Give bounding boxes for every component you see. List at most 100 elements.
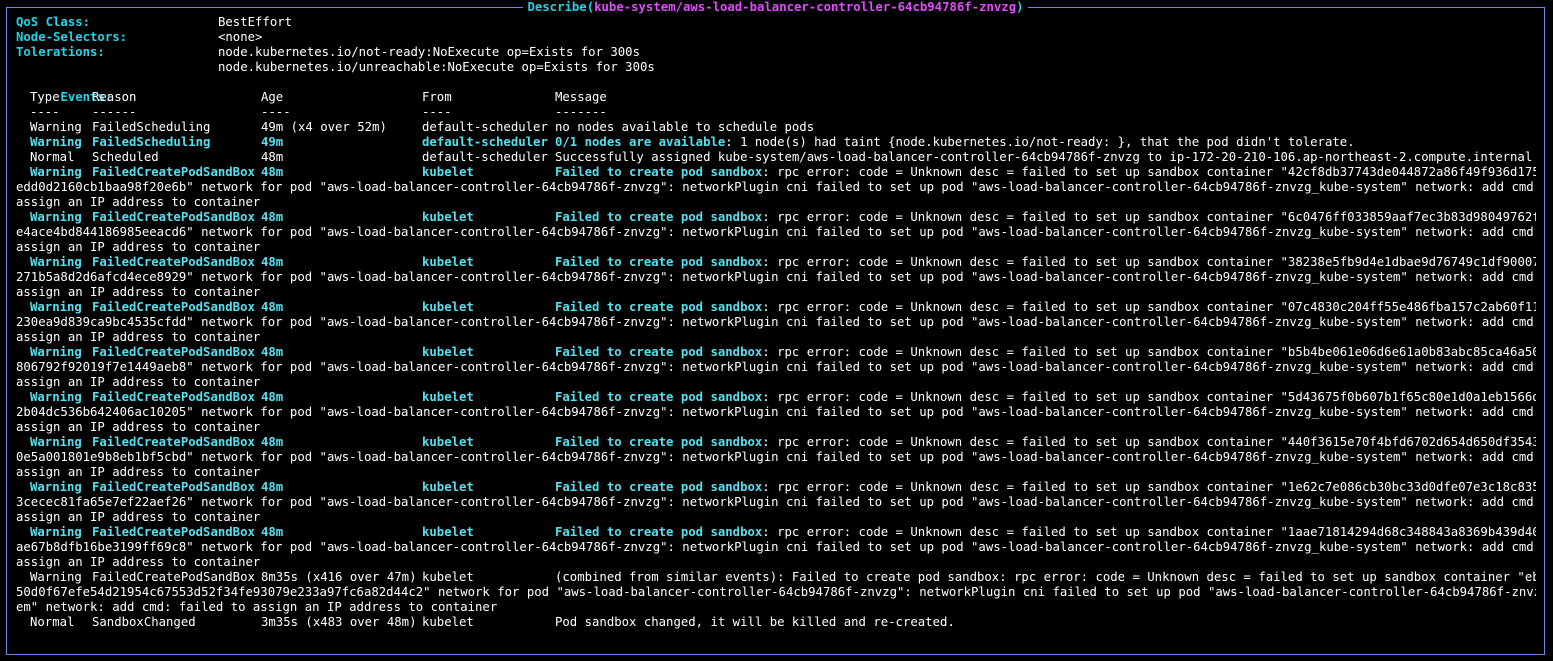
event-message-text: edd0d2160cb1baa98f20e6b" network for pod… (16, 180, 1536, 194)
event-from: kubelet (422, 480, 474, 494)
event-row[interactable]: Warning FailedCreatePodSandBox 48m kubelet F… (16, 390, 1536, 435)
event-first-line: Normal SandboxChanged 3m35s (x483 over 48m… (16, 615, 1536, 630)
event-message: Successfully assigned kube-system/aws-lo… (555, 150, 1532, 165)
event-message-text: assign an IP address to container (16, 285, 261, 299)
event-message-continuation: 2b04dc536b642406ac10205" network for pod… (16, 405, 1536, 420)
event-message-text: 806792f92019f7e1449aeb8" network for pod… (16, 360, 1536, 374)
event-from: default-scheduler (422, 120, 548, 134)
column-header-underline: ------- (555, 105, 607, 119)
event-row[interactable]: Warning FailedCreatePodSandBox 48m kubelet F… (16, 210, 1536, 255)
event-row[interactable]: Normal Scheduled 48m default-scheduler Succe… (16, 150, 1536, 165)
event-message-highlight: Failed to create pod sandbox (555, 165, 763, 179)
event-first-line: Warning FailedCreatePodSandBox 48m kubelet F… (16, 525, 1536, 540)
event-message-continuation: assign an IP address to container (16, 555, 1536, 570)
event-type: Normal (30, 615, 75, 629)
event-row[interactable]: Warning FailedCreatePodSandBox 48m kubelet F… (16, 480, 1536, 525)
event-type: Warning (30, 435, 82, 449)
event-message-highlight: 0/1 nodes are available (555, 135, 726, 149)
event-reason: FailedCreatePodSandBox (92, 300, 255, 314)
event-row[interactable]: Warning FailedCreatePodSandBox 48m kubelet F… (16, 435, 1536, 480)
event-reason: FailedCreatePodSandBox (92, 210, 255, 224)
event-first-line: Warning FailedCreatePodSandBox 48m kubelet F… (16, 165, 1536, 180)
event-reason: SandboxChanged (92, 615, 196, 629)
event-message-text: : rpc error: code = Unknown desc = faile… (762, 480, 1536, 494)
event-message-continuation: edd0d2160cb1baa98f20e6b" network for pod… (16, 180, 1536, 195)
event-message-continuation: assign an IP address to container (16, 285, 1536, 300)
describe-fields: QoS Class: BestEffort Node-Selectors: <none… (16, 15, 1536, 75)
event-reason: FailedCreatePodSandBox (92, 255, 255, 269)
event-message-highlight: Failed to create pod sandbox (555, 435, 763, 449)
event-message-text: assign an IP address to container (16, 195, 261, 209)
event-message: Failed to create pod sandbox: rpc error:… (555, 435, 1536, 450)
event-message: Failed to create pod sandbox: rpc error:… (555, 255, 1536, 270)
event-type: Normal (30, 150, 75, 164)
event-message-highlight: Failed to create pod sandbox (555, 255, 763, 269)
event-type: Warning (30, 570, 82, 584)
event-message-text: e4ace4bd844186985eeacd6" network for pod… (16, 225, 1536, 239)
event-age: 48m (261, 525, 284, 539)
event-from: kubelet (422, 390, 474, 404)
event-row[interactable]: Warning FailedCreatePodSandBox 48m kubelet F… (16, 165, 1536, 210)
event-first-line: Warning FailedCreatePodSandBox 48m kubelet F… (16, 390, 1536, 405)
event-message-continuation: 271b5a8d2d6afcd4ece8929" network for pod… (16, 270, 1536, 285)
event-type: Warning (30, 255, 82, 269)
event-age: 48m (261, 150, 284, 164)
events-table-header: Type Reason Age From Message (16, 90, 1536, 105)
event-message-highlight: Failed to create pod sandbox (555, 210, 763, 224)
event-message-text: (combined from similar events): Failed t… (555, 570, 1536, 584)
event-reason: FailedCreatePodSandBox (92, 525, 255, 539)
event-from: kubelet (422, 615, 474, 629)
event-from: kubelet (422, 165, 474, 179)
event-message-continuation: assign an IP address to container (16, 465, 1536, 480)
event-first-line: Warning FailedCreatePodSandBox 48m kubelet F… (16, 480, 1536, 495)
event-message-text: assign an IP address to container (16, 375, 261, 389)
field-value: node.kubernetes.io/unreachable:NoExecute… (218, 60, 655, 74)
event-row[interactable]: Warning FailedCreatePodSandBox 48m kubelet F… (16, 345, 1536, 390)
event-message-text: em" network: add cmd: failed to assign a… (16, 600, 498, 614)
window-title-label: Describe( (527, 0, 595, 14)
describe-content[interactable]: QoS Class: BestEffort Node-Selectors: <none… (16, 15, 1536, 650)
event-first-line: Warning FailedCreatePodSandBox 48m kubelet F… (16, 210, 1536, 225)
event-from: kubelet (422, 210, 474, 224)
field-value: BestEffort (218, 15, 293, 29)
event-message-text: : rpc error: code = Unknown desc = faile… (762, 525, 1536, 539)
event-message-text: : rpc error: code = Unknown desc = faile… (762, 210, 1536, 224)
event-message-continuation: assign an IP address to container (16, 420, 1536, 435)
event-message-highlight: Failed to create pod sandbox (555, 345, 763, 359)
event-row[interactable]: Warning FailedCreatePodSandBox 48m kubelet F… (16, 300, 1536, 345)
event-message-continuation: 806792f92019f7e1449aeb8" network for pod… (16, 360, 1536, 375)
event-reason: FailedCreatePodSandBox (92, 570, 255, 584)
event-age: 49m (x4 over 52m) (261, 120, 387, 134)
field-value: node.kubernetes.io/not-ready:NoExecute o… (218, 45, 640, 59)
event-message-text: : rpc error: code = Unknown desc = faile… (762, 255, 1536, 269)
event-message-text: no nodes available to schedule pods (555, 120, 815, 134)
event-message-text: assign an IP address to container (16, 240, 261, 254)
field-row: Node-Selectors: <none> (16, 30, 1536, 45)
event-message-highlight: Failed to create pod sandbox (555, 390, 763, 404)
event-message: Failed to create pod sandbox: rpc error:… (555, 480, 1536, 495)
event-first-line: Warning FailedCreatePodSandBox 48m kubelet F… (16, 300, 1536, 315)
event-reason: FailedScheduling (92, 120, 211, 134)
event-message: Failed to create pod sandbox: rpc error:… (555, 165, 1536, 180)
event-reason: FailedCreatePodSandBox (92, 390, 255, 404)
event-message-continuation: assign an IP address to container (16, 195, 1536, 210)
event-message: Pod sandbox changed, it will be killed a… (555, 615, 955, 630)
column-header-underline: ---- (261, 105, 291, 119)
event-message-text: : 1 node(s) had taint {node.kubernetes.i… (725, 135, 1355, 149)
event-message-text: Successfully assigned kube-system/aws-lo… (555, 150, 1533, 164)
event-from: kubelet (422, 570, 474, 584)
event-message-text: assign an IP address to container (16, 420, 261, 434)
event-message: Failed to create pod sandbox: rpc error:… (555, 300, 1536, 315)
event-row[interactable]: Warning FailedCreatePodSandBox 8m35s (x416… (16, 570, 1536, 615)
event-row[interactable]: Warning FailedCreatePodSandBox 48m kubelet F… (16, 525, 1536, 570)
event-message-text: Pod sandbox changed, it will be killed a… (555, 615, 955, 629)
event-message-text: 2b04dc536b642406ac10205" network for pod… (16, 405, 1536, 419)
event-message-highlight: Failed to create pod sandbox (555, 525, 763, 539)
event-reason: FailedCreatePodSandBox (92, 165, 255, 179)
field-key: Node-Selectors: (16, 30, 128, 44)
event-row[interactable]: Warning FailedCreatePodSandBox 48m kubelet F… (16, 255, 1536, 300)
event-row[interactable]: Warning FailedScheduling 49m default-schedu… (16, 135, 1536, 150)
event-type: Warning (30, 135, 82, 149)
event-row[interactable]: Normal SandboxChanged 3m35s (x483 over 48m… (16, 615, 1536, 630)
event-row[interactable]: Warning FailedScheduling 49m (x4 over 52m)… (16, 120, 1536, 135)
